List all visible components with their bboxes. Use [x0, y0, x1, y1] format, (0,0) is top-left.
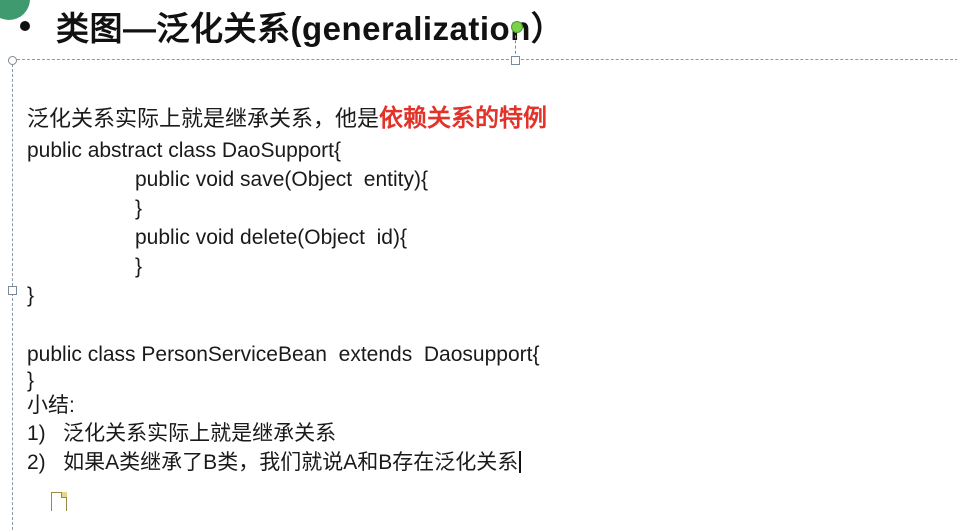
document-icon: [51, 492, 67, 511]
code-line: public void delete(Object id){: [135, 226, 407, 249]
code-line: public class PersonServiceBean extends D…: [27, 343, 540, 366]
bullet-dot-icon: [20, 21, 30, 31]
resize-handle-top[interactable]: [511, 56, 520, 65]
intro-text: 泛化关系实际上就是继承关系，他是: [27, 106, 380, 131]
rotate-handle-icon[interactable]: [511, 21, 523, 33]
text-cursor: [519, 451, 522, 473]
resize-handle-left[interactable]: [8, 286, 17, 295]
summary-item: 2) 如果A类继承了B类，我们就说A和B存在泛化关系: [27, 451, 519, 474]
code-line: }: [27, 369, 35, 392]
code-line: }: [27, 284, 35, 307]
summary-item: 1) 泛化关系实际上就是继承关系: [27, 422, 337, 445]
slide-title: 类图—泛化关系(generalization）: [56, 10, 565, 47]
text-box-content[interactable]: 泛化关系实际上就是继承关系，他是依赖关系的特例 public abstract …: [27, 102, 947, 477]
rotate-connector: [515, 30, 516, 59]
code-line: }: [135, 197, 143, 220]
summary-title: 小结:: [27, 394, 75, 417]
code-line: public abstract class DaoSupport{: [27, 139, 342, 162]
intro-line: 泛化关系实际上就是继承关系，他是依赖关系的特例: [27, 102, 947, 136]
resize-handle-corner[interactable]: [8, 56, 17, 65]
code-line: }: [135, 255, 143, 278]
intro-highlight: 依赖关系的特例: [379, 105, 548, 132]
slide-title-row: 类图—泛化关系(generalization）: [20, 6, 564, 47]
code-line: public void save(Object entity){: [135, 168, 428, 191]
summary-item-row: 2) 如果A类继承了B类，我们就说A和B存在泛化关系: [27, 448, 947, 477]
